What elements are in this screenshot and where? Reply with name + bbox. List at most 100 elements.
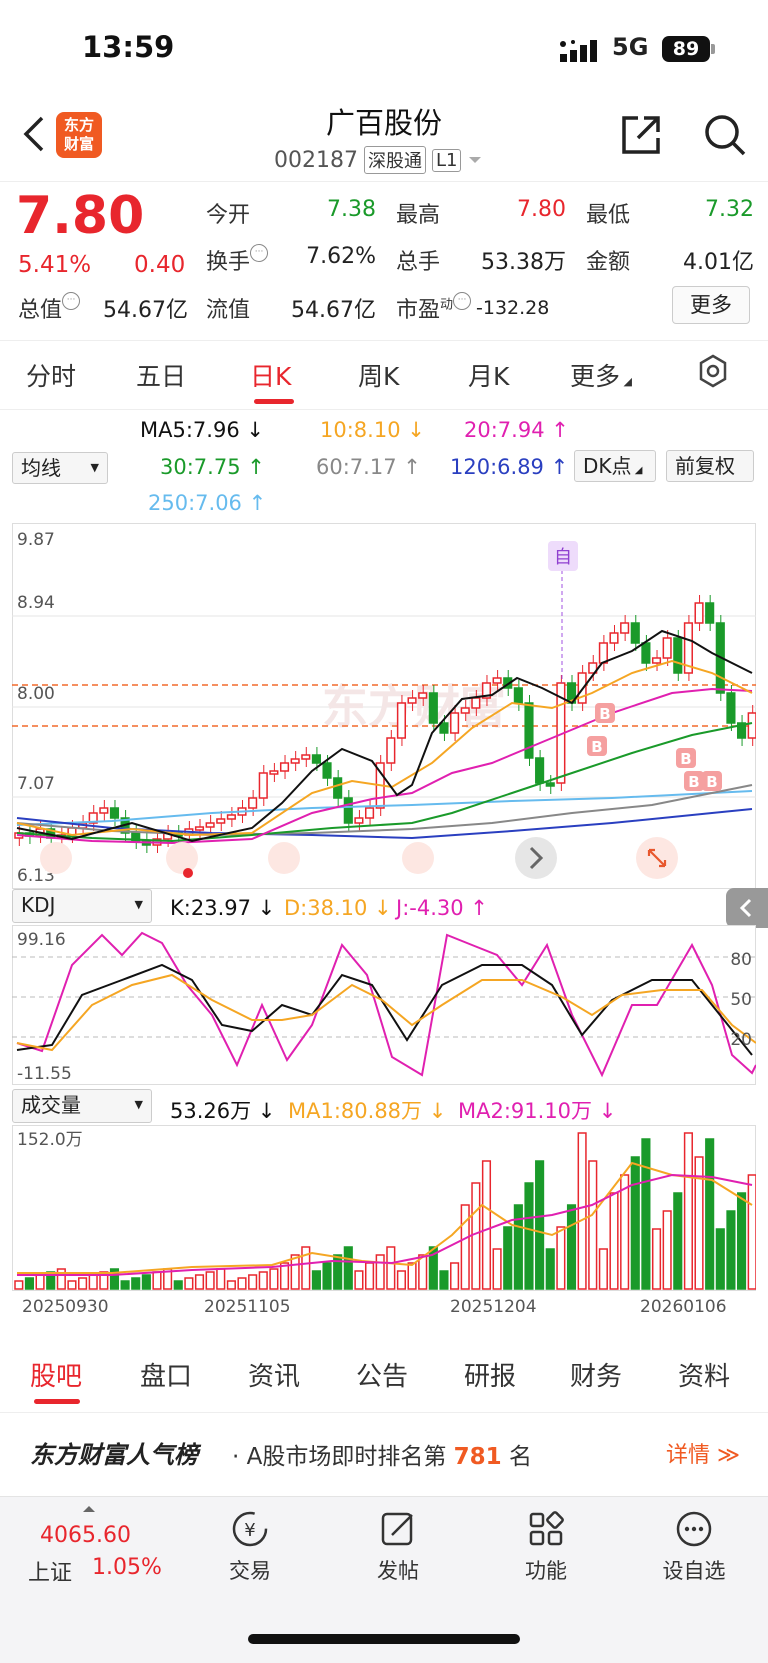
status-time: 13:59 [82, 30, 175, 64]
low-label: 最低 [586, 203, 631, 228]
tab-five-day[interactable]: 五日 [136, 357, 186, 393]
mktcap-value: 54.67亿 [103, 298, 188, 323]
candle [471, 697, 481, 709]
volume-chart[interactable]: 152.0万 [12, 1125, 756, 1291]
pe-label-wrap[interactable]: 市盈动 ··· [396, 292, 472, 324]
kdj-chart[interactable]: 99.16 -11.55 80 50 20 [12, 925, 756, 1085]
buy-marker-label: B [706, 773, 717, 791]
tab-weekly-k[interactable]: 周K [358, 357, 399, 393]
info-icon: ··· [453, 292, 472, 310]
tab-research[interactable]: 研报 [464, 1356, 516, 1393]
volume-bar [290, 1254, 300, 1290]
info-icon: ··· [62, 292, 81, 310]
more-button[interactable]: 更多 [672, 286, 750, 324]
index-pct[interactable]: 1.05% [92, 1555, 162, 1580]
mktcap-label-wrap[interactable]: 总值 ··· [18, 292, 81, 324]
rank-detail-link[interactable]: 详情 ≫ [666, 1437, 740, 1469]
caret-down-icon [469, 157, 482, 163]
tab-intraday[interactable]: 分时 [26, 357, 76, 393]
date-label: 20250930 [22, 1297, 109, 1317]
amount-label: 金额 [586, 250, 631, 275]
volume-bar [131, 1277, 141, 1290]
turnover-label-wrap[interactable]: 换手 ··· [206, 244, 269, 276]
volume-bar [609, 1192, 619, 1290]
pe-label: 市盈 [396, 298, 441, 323]
tab-more[interactable]: 更多 ◢ [570, 357, 632, 393]
volume-bar [545, 1248, 555, 1290]
volume-y-top: 152.0万 [17, 1130, 83, 1150]
volume-select-label: 成交量 [21, 1093, 81, 1117]
post-label: 发帖 [377, 1559, 419, 1583]
function-button[interactable]: 功能 [506, 1509, 586, 1585]
post-button[interactable]: 发帖 [358, 1509, 438, 1585]
pe-value: -132.28 [476, 297, 550, 319]
more-dots-icon [676, 1511, 712, 1547]
trade-button[interactable]: ¥ 交易 [210, 1509, 290, 1585]
amount-value: 4.01亿 [683, 250, 754, 275]
volume-bar [386, 1246, 396, 1290]
chart-tool-bubble[interactable] [268, 842, 300, 874]
chart-tool-bubble[interactable] [402, 842, 434, 874]
ma60-legend: 60:7.17 ↑ [316, 455, 421, 479]
candle [705, 602, 715, 624]
volume-bar [726, 1210, 736, 1290]
volume-select[interactable]: 成交量 ▼ [12, 1089, 152, 1123]
volume-bar [24, 1277, 35, 1290]
share-icon[interactable] [618, 112, 664, 158]
indicator-select[interactable]: 均线 ▼ [12, 452, 108, 484]
candle [651, 657, 662, 664]
kdj-k-value: K:23.97 ↓ [170, 896, 276, 920]
adjust-button[interactable]: 前复权 [666, 450, 754, 482]
rank-brand: 东方财富人气榜 [30, 1441, 198, 1469]
gear-icon[interactable] [696, 354, 730, 388]
kdj-select-label: KDJ [21, 893, 56, 917]
tab-profile[interactable]: 资料 [678, 1356, 730, 1393]
tab-news[interactable]: 资讯 [248, 1356, 300, 1393]
candle [630, 622, 640, 644]
tab-guba[interactable]: 股吧 [30, 1356, 82, 1393]
turnover-label: 换手 [206, 250, 251, 275]
kdj-level-label: 50 [730, 990, 752, 1010]
volume-bar [673, 1192, 683, 1290]
volume-bar [620, 1174, 630, 1290]
scroll-right-button[interactable] [515, 837, 557, 879]
popularity-rank-bar[interactable]: 东方财富人气榜 · A股市场即时排名第 781 名 详情 ≫ [0, 1412, 768, 1490]
yuan-cycle-icon: ¥ [232, 1511, 268, 1547]
volume-bar [705, 1138, 715, 1290]
caret-down-icon: ▼ [134, 1098, 143, 1111]
candle [322, 762, 332, 779]
search-icon[interactable] [702, 112, 748, 158]
candle [513, 687, 523, 704]
tab-announce[interactable]: 公告 [356, 1356, 408, 1393]
candle [194, 826, 205, 831]
dk-point-button[interactable]: DK点 ◢ [574, 450, 656, 482]
kdj-d-value: D:38.10 ↓ [284, 896, 392, 920]
buy-marker-label: B [591, 738, 602, 756]
ma10-legend: 10:8.10 ↓ [320, 418, 425, 442]
stock-code-row[interactable]: 002187 深股通 L1 [274, 146, 483, 174]
kdj-select[interactable]: KDJ ▼ [12, 889, 152, 923]
network-type: 5G [612, 33, 649, 61]
kdj-level-label: 80 [730, 950, 752, 970]
add-watchlist-button[interactable]: 设自选 [654, 1509, 734, 1585]
kdj-j-value: J:-4.30 ↑ [396, 896, 488, 920]
svg-text:¥: ¥ [244, 1520, 255, 1541]
chart-tool-bubble[interactable] [40, 842, 72, 874]
event-dot[interactable] [183, 868, 193, 878]
tab-daily-k[interactable]: 日K [250, 357, 291, 393]
candlestick-chart[interactable]: 东方财富 自 B B B B B 9.87 8.94 8.00 7.07 6.1… [12, 523, 756, 889]
collapse-panel-button[interactable] [726, 888, 768, 928]
chart-tool-bubble[interactable] [166, 842, 198, 874]
tab-monthly-k[interactable]: 月K [468, 357, 509, 393]
ma20-legend: 20:7.94 ↑ [464, 418, 569, 442]
index-value[interactable]: 4065.60 [40, 1523, 131, 1548]
ma120-legend: 120:6.89 ↑ [450, 455, 569, 479]
tab-finance[interactable]: 财务 [570, 1356, 622, 1393]
candle [386, 737, 396, 764]
period-tabs: 分时 五日 日K 周K 月K 更多 ◢ [0, 340, 768, 410]
battery-tip [711, 44, 715, 54]
index-name[interactable]: 上证 [28, 1555, 72, 1587]
tab-pankou[interactable]: 盘口 [140, 1356, 192, 1393]
ma250-legend: 250:7.06 ↑ [148, 491, 267, 515]
volume-bar [354, 1270, 364, 1290]
